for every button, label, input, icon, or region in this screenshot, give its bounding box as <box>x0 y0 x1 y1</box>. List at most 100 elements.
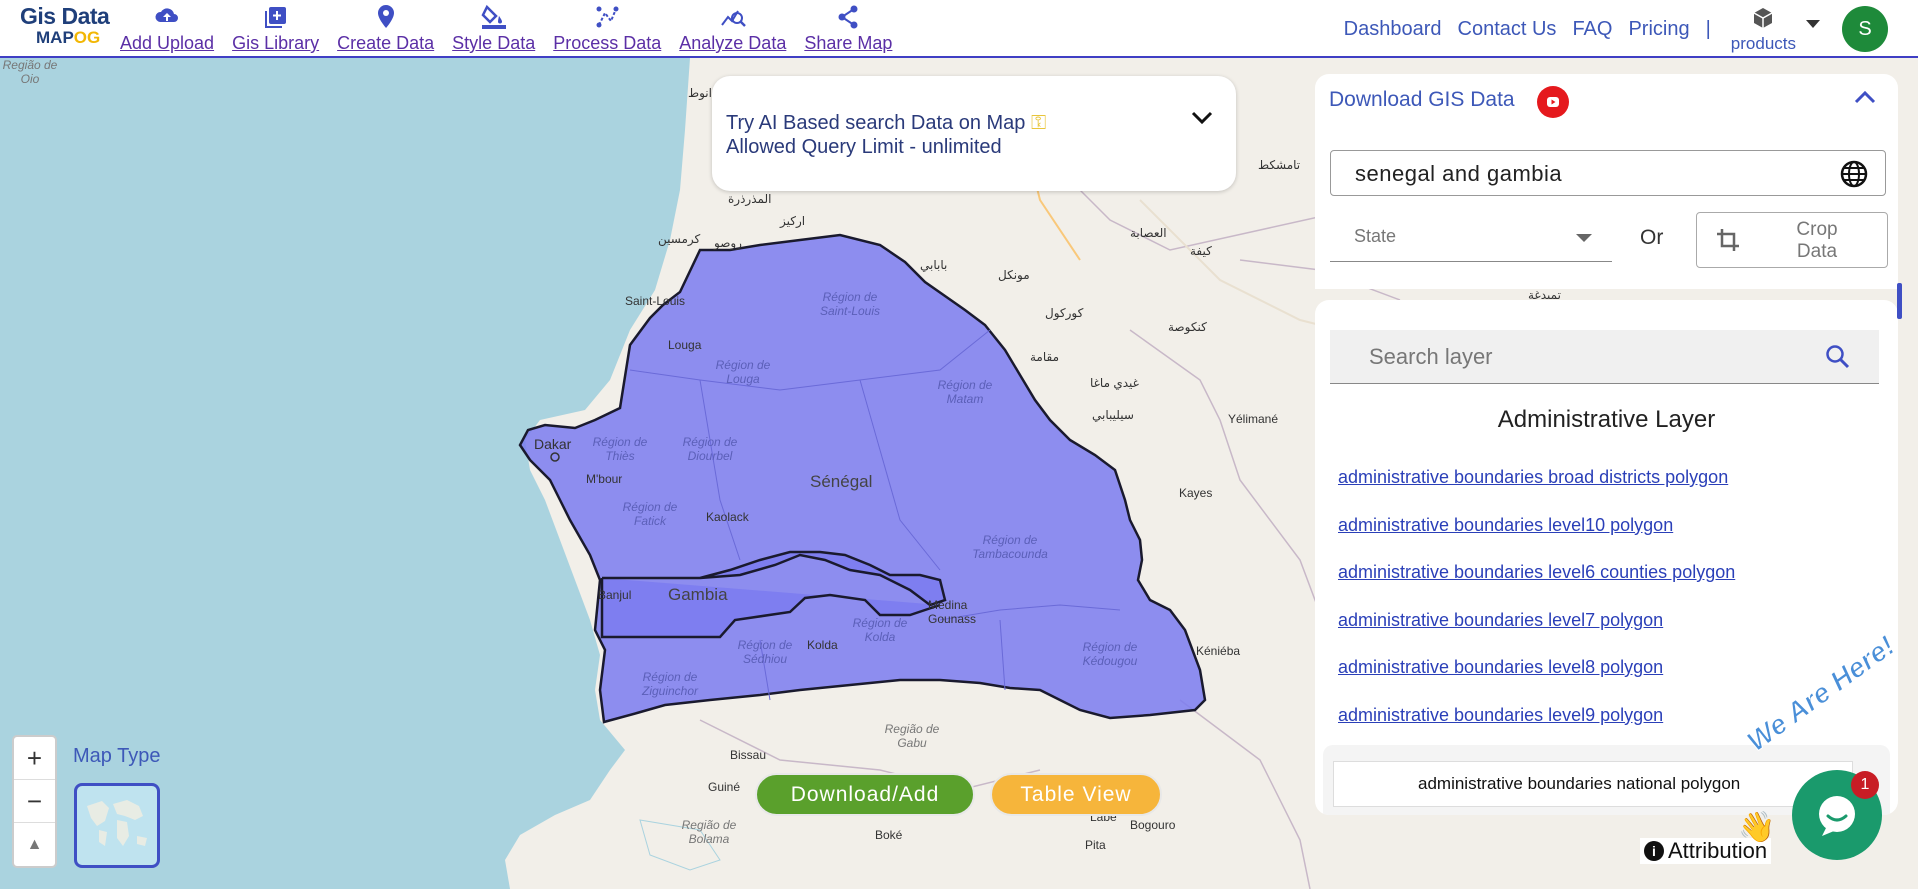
map-label-ar-8: كيفة <box>1190 244 1212 258</box>
nav-create-data[interactable]: Create Data <box>337 2 434 54</box>
world-map-icon <box>87 800 147 846</box>
state-select[interactable]: State <box>1330 212 1612 262</box>
map-type-thumbnail[interactable] <box>74 783 160 868</box>
map-label-region-gabu: Região de Gabu <box>884 722 940 750</box>
map-label-gambia: Gambia <box>668 585 728 604</box>
paint-bucket-icon <box>481 2 507 32</box>
map-label-region-diourbel: Région de Diourbel <box>682 435 738 463</box>
nav-add-upload[interactable]: Add Upload <box>120 2 214 54</box>
state-select-placeholder: State <box>1354 226 1397 246</box>
products-label: products <box>1730 33 1796 53</box>
map-label-kaolack: Kaolack <box>706 510 749 524</box>
youtube-icon[interactable] <box>1537 86 1569 118</box>
share-icon <box>837 2 859 32</box>
crop-data-label: Crop Data <box>1796 219 1838 262</box>
globe-icon[interactable] <box>1839 159 1869 194</box>
nav-label: Share Map <box>804 33 893 53</box>
map-label-bogouro: Bogouro <box>1130 818 1176 832</box>
search-icon[interactable] <box>1825 344 1851 375</box>
ai-search-line1: Try AI Based search Data on Map ⚿ <box>726 112 1046 135</box>
layer-link[interactable]: administrative boundaries level7 polygon <box>1338 608 1735 656</box>
map-label-ar-17: بابابي <box>920 258 948 272</box>
map-label-bissau: Bissau <box>730 748 767 762</box>
map-label-ar-1: انوط <box>688 86 712 100</box>
map-label-kayes: Kayes <box>1179 486 1213 500</box>
map-label-senegal: Sénégal <box>810 472 873 491</box>
nav-style-data[interactable]: Style Data <box>452 2 535 54</box>
dashboard-link[interactable]: Dashboard <box>1344 18 1442 41</box>
crop-icon <box>1715 227 1741 258</box>
map-label-ar-7: العصابة <box>1130 226 1167 240</box>
nav-share-map[interactable]: Share Map <box>804 2 892 54</box>
country-input-value: senegal and gambia <box>1355 161 1563 186</box>
logo-map: MAP <box>36 28 74 47</box>
map-label-region-fatick: Région de Fatick <box>622 500 678 528</box>
map-label-region-kolda: Région de Kolda <box>852 616 908 644</box>
crop-data-button[interactable]: Crop Data <box>1696 212 1888 268</box>
map-label-region-kedougou: Région de Kédougou <box>1082 640 1138 668</box>
nav-gis-library[interactable]: Gis Library <box>232 2 319 54</box>
layer-link[interactable]: administrative boundaries level9 polygon <box>1338 703 1735 751</box>
map-label-ar-11: مقامة <box>1030 350 1060 364</box>
nav-analyze-data[interactable]: Analyze Data <box>679 2 786 54</box>
map-label-ar-10: كوركول <box>1045 306 1084 320</box>
contact-us-link[interactable]: Contact Us <box>1458 18 1557 41</box>
map-label-region-matam: Région de Matam <box>937 378 993 406</box>
nav-label: Style Data <box>452 33 536 53</box>
faq-link[interactable]: FAQ <box>1572 18 1612 41</box>
search-layer-input[interactable]: Search layer <box>1330 330 1879 384</box>
reset-bearing-button[interactable]: ▲ <box>14 823 55 866</box>
map-label-region-ziguinchor: Région de Ziguinchor <box>641 670 699 698</box>
map-label-region-louga: Région de Louga <box>715 358 771 386</box>
ai-search-text: Try AI Based search Data on Map <box>726 112 1026 134</box>
table-view-button[interactable]: Table View <box>990 773 1162 816</box>
nav-label: Analyze Data <box>679 33 787 53</box>
map-label-ar-12: كنكوصة <box>1168 320 1207 334</box>
map-label-ar-3: المذرذرة <box>728 192 772 206</box>
gisdata-mapog-logo[interactable]: Gis Data MAPOG <box>20 4 110 54</box>
map-label-guinee: Guiné <box>708 780 741 794</box>
layer-link[interactable]: administrative boundaries level6 countie… <box>1338 560 1735 608</box>
dropdown-arrow-icon <box>1576 234 1592 242</box>
tool-nav: Add Upload Gis Library Create Data Style… <box>120 2 910 54</box>
chevron-down-icon[interactable] <box>1806 20 1820 28</box>
chevron-up-icon[interactable] <box>1854 90 1876 109</box>
pricing-link[interactable]: Pricing <box>1628 18 1689 41</box>
layer-category-heading: Administrative Layer <box>1497 406 1716 433</box>
map-type-label: Map Type <box>73 745 161 767</box>
nav-separator: | <box>1705 17 1711 40</box>
nav-process-data[interactable]: Process Data <box>553 2 661 54</box>
ai-search-card[interactable]: Try AI Based search Data on Map ⚿ Allowe… <box>712 76 1236 191</box>
user-avatar[interactable]: S <box>1842 6 1888 52</box>
map-label-banjul: Banjul <box>598 588 632 602</box>
info-icon: i <box>1644 841 1664 861</box>
cloud-upload-icon <box>154 2 180 32</box>
panel-scrollbar[interactable] <box>1897 283 1902 319</box>
chat-bubble-icon <box>1819 796 1855 836</box>
logo-line-2: MAPOG <box>36 28 110 48</box>
nav-label: Process Data <box>553 33 662 53</box>
national-layer-button[interactable]: administrative boundaries national polyg… <box>1333 761 1853 807</box>
products-menu[interactable]: products <box>1731 6 1796 53</box>
zoom-out-button[interactable]: − <box>14 780 55 823</box>
layer-link[interactable]: administrative boundaries broad district… <box>1338 465 1735 513</box>
map-label-kenieba: Kéniéba <box>1196 644 1241 658</box>
download-add-button[interactable]: Download/Add <box>755 773 975 816</box>
analyze-icon <box>720 2 746 32</box>
map-label-ar-4: كرمسين <box>658 232 701 246</box>
process-icon <box>595 2 619 32</box>
top-header: Gis Data MAPOG Add Upload Gis Library Cr… <box>0 0 1918 58</box>
ai-search-line2: Allowed Query Limit - unlimited <box>726 136 1002 158</box>
zoom-in-button[interactable]: + <box>14 737 55 780</box>
layer-link[interactable]: administrative boundaries level8 polygon <box>1338 655 1735 703</box>
layer-link[interactable]: administrative boundaries level10 polygo… <box>1338 513 1735 561</box>
map-label-ar-9: مونكل <box>998 268 1030 282</box>
logo-line-1: Gis Data <box>20 3 110 29</box>
layer-list-panel: Search layer Administrative Layer admini… <box>1315 300 1898 815</box>
zoom-control: + − ▲ <box>12 735 57 868</box>
map-label-boke: Boké <box>875 828 903 842</box>
map-pin-icon <box>376 2 396 32</box>
map-label-pita: Pita <box>1085 838 1106 852</box>
country-input[interactable]: senegal and gambia <box>1330 150 1886 196</box>
chevron-down-icon[interactable] <box>1190 110 1214 131</box>
